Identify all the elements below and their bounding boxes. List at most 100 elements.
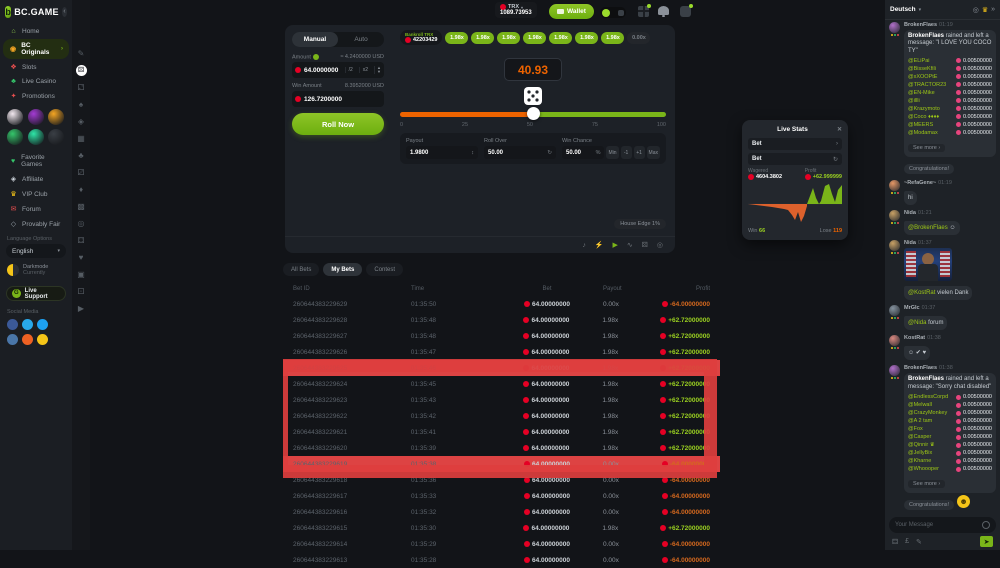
table-row[interactable]: 260644383229628 01:35:48 64.00000000 1.9… [283,312,720,328]
chance-plus1-button[interactable]: +1 [634,146,645,159]
chat-toggle-icon[interactable] [680,6,691,17]
win-amount-input[interactable]: 126.7200000 [292,91,384,107]
trend-icon[interactable]: ∿ [627,241,633,249]
refresh-icon[interactable]: ↻ [547,150,552,156]
rain-recipient-name[interactable]: @MEERS [908,122,933,128]
tab-manual[interactable]: Manual [292,32,338,47]
table-row[interactable]: 260644383229626 01:35:47 64.00000000 1.9… [283,344,720,360]
featured-game-icon[interactable] [28,109,44,125]
sidebar-item-bc-originals[interactable]: ◉ BC Originals› [3,39,69,59]
roll-slider[interactable] [400,108,666,120]
avatar[interactable] [889,22,900,33]
slider-handle[interactable] [527,107,540,120]
rail-game-icon[interactable]: ♣ [76,150,87,161]
mention-link[interactable]: @BrokenFlaes [908,225,948,231]
chat-message-input[interactable]: Your Message [889,517,996,533]
rail-game-icon[interactable]: ▦ [76,133,87,144]
live-stats-reset-row[interactable]: Bet↻ [748,153,842,165]
sidebar-item-forum[interactable]: ✉ Forum [3,202,69,216]
rain-recipient-name[interactable]: @EN-Mike [908,90,935,96]
rain-recipient-name[interactable]: @Casper [908,434,931,440]
rain-recipient-name[interactable]: @ELiPai [908,58,929,64]
rail-game-icon[interactable]: ⚃ [76,235,87,246]
rain-recipient-name[interactable]: @illli [908,98,920,104]
send-message-button[interactable]: ➤ [980,536,993,547]
rain-recipient-name[interactable]: @A 2 tam [908,418,932,424]
table-row[interactable]: 260644383229624 01:35:45 64.00000000 1.9… [283,376,720,392]
theme-toggle[interactable]: Darkmode Currently [0,258,72,282]
chance-max-button[interactable]: Max [647,146,660,159]
rain-recipient-name[interactable]: @xXOOPtE [908,74,937,80]
chance-min-button[interactable]: Min [606,146,618,159]
sound-icon[interactable]: ♪ [582,242,586,249]
chat-username[interactable]: Nida01:37 [904,240,996,246]
half-bet-button[interactable]: /2 [345,67,356,73]
sidebar-item-home[interactable]: ⌂ Home [3,25,69,38]
rail-game-icon[interactable]: ▩ [76,201,87,212]
see-more-button[interactable]: See more › [908,480,945,488]
chat-username[interactable]: ~RefaGene~01:19 [904,180,996,186]
rain-recipient-name[interactable]: @Melwall [908,402,932,408]
rain-recipient-name[interactable]: @Krazymoto [908,106,940,112]
rain-recipient-name[interactable]: @BisseKfili [908,66,936,72]
chat-username[interactable]: MrGlc01:37 [904,305,996,311]
wallet-button[interactable]: Wallet [549,4,594,19]
reset-icon[interactable]: ↻ [833,156,838,163]
bets-tab-my-bets[interactable]: My Bets [323,263,362,276]
social-media-icon[interactable] [37,319,48,330]
payout-input[interactable]: 1.9800↕ [406,146,478,159]
swap-icon[interactable]: ↕ [471,150,474,156]
avatar[interactable] [889,180,900,191]
sidebar-item-slots[interactable]: ❖ Slots [3,60,69,74]
roll-over-input[interactable]: 50.00↻ [484,146,556,159]
mention-link[interactable]: @KostRat [908,290,935,296]
help-icon[interactable] [313,54,319,60]
featured-game-icon[interactable] [7,109,23,125]
rail-game-icon[interactable]: ♠ [76,99,87,110]
rail-game-icon[interactable]: ♥ [76,252,87,263]
rail-game-icon[interactable]: ✎ [76,48,87,59]
avatar[interactable] [889,365,900,376]
table-row[interactable]: 260644383229629 01:35:50 64.00000000 0.0… [283,296,720,312]
sidebar-item-favorite-games[interactable]: ♥ Favorite Games [3,151,69,171]
avatar[interactable] [889,335,900,346]
see-more-button[interactable]: See more › [908,144,945,152]
double-bet-button[interactable]: x2 [359,67,371,73]
table-row[interactable]: 260644383229617 01:35:33 64.00000000 0.0… [283,488,720,504]
close-icon[interactable]: ✕ [837,126,842,133]
avatar[interactable] [889,240,900,251]
social-media-icon[interactable] [37,334,48,345]
bets-tab-contest[interactable]: Contest [366,263,403,276]
rail-game-icon[interactable]: ♦ [76,184,87,195]
featured-game-icon[interactable] [48,109,64,125]
notifications-bell-icon[interactable] [658,6,669,15]
language-select[interactable]: English ▾ [6,244,66,258]
table-row[interactable]: 260644383229627 01:35:48 64.00000000 1.9… [283,328,720,344]
rail-game-icon[interactable]: ⚂ [76,167,87,178]
help-icon[interactable]: ◎ [657,241,663,249]
mention-link[interactable]: @Nida [908,320,926,326]
rain-recipient-name[interactable]: @TRACTOR23 [908,82,946,88]
amount-stepper[interactable]: ▲▼ [374,66,381,74]
chat-tool-icon-1[interactable]: £ [905,538,909,545]
sidebar-collapse-button[interactable]: ‹ [62,7,67,17]
roll-now-button[interactable]: Roll Now [292,113,384,135]
chat-image-meme[interactable] [904,248,952,281]
live-support-button[interactable]: G Live Support [6,286,66,301]
rain-recipient-name[interactable]: @EndlessCorpd [908,394,948,400]
featured-game-icon[interactable] [48,129,64,145]
featured-game-icon[interactable] [7,129,23,145]
currency-display-toggle[interactable] [600,7,626,18]
table-row[interactable]: 260644383229620 01:35:39 64.00000000 1.9… [283,440,720,456]
social-media-icon[interactable] [7,334,18,345]
turbo-icon[interactable]: ⚡ [595,241,604,249]
sidebar-item-affiliate[interactable]: ◈ Affiliate [3,172,69,186]
emoji-picker-button[interactable]: ☻ [957,495,970,508]
chat-username[interactable]: BrokenFlaes01:19 [904,22,996,28]
win-chance-input[interactable]: 50.00% [562,146,604,159]
table-row[interactable]: 260644383229622 01:35:42 64.00000000 1.9… [283,408,720,424]
rail-game-icon[interactable]: ⚀ [76,286,87,297]
chat-username[interactable]: KostRat01:38 [904,335,996,341]
avatar[interactable] [889,305,900,316]
rail-game-icon[interactable]: ⚁ [76,82,87,93]
